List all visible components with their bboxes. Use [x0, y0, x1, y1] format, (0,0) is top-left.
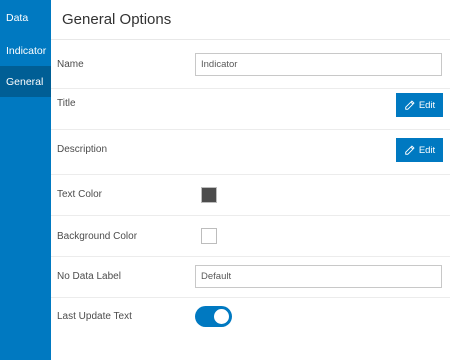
tab-indicator-label: Indicator — [6, 44, 47, 57]
title-label: Title — [57, 98, 76, 109]
name-input[interactable] — [195, 53, 442, 76]
text-color-swatch[interactable] — [201, 187, 217, 203]
last-update-text-row: Last Update Text — [51, 298, 450, 338]
title-edit-button[interactable]: Edit — [396, 93, 443, 117]
toggle-knob — [214, 309, 229, 324]
name-row: Name — [51, 41, 450, 89]
tab-general-label: General — [6, 75, 44, 88]
pencil-icon — [405, 145, 415, 155]
background-color-label: Background Color — [57, 231, 138, 242]
sidebar: Data Indicator General — [0, 0, 51, 360]
background-color-row: Background Color — [51, 216, 450, 257]
tab-data-label: Data — [6, 11, 29, 24]
no-data-label-label: No Data Label — [57, 271, 121, 282]
no-data-label-input[interactable] — [195, 265, 442, 288]
title-row: Title Edit — [51, 89, 450, 130]
last-update-text-toggle[interactable] — [195, 306, 232, 327]
description-row: Description Edit — [51, 130, 450, 175]
tab-general[interactable]: General — [0, 66, 51, 97]
panel-title: General Options — [51, 0, 450, 40]
text-color-label: Text Color — [57, 189, 103, 200]
last-update-text-label: Last Update Text — [57, 311, 132, 322]
pencil-icon — [405, 100, 415, 110]
title-edit-label: Edit — [418, 99, 436, 111]
background-color-swatch[interactable] — [201, 228, 217, 244]
tab-data[interactable]: Data — [0, 0, 51, 35]
description-edit-label: Edit — [418, 144, 436, 156]
general-options-panel: General Options Name Title Edit Descript… — [51, 0, 450, 360]
tab-indicator[interactable]: Indicator — [0, 35, 51, 66]
description-label: Description — [57, 144, 108, 155]
no-data-label-row: No Data Label — [51, 257, 450, 298]
name-label: Name — [57, 59, 84, 70]
description-edit-button[interactable]: Edit — [396, 138, 443, 162]
text-color-row: Text Color — [51, 175, 450, 216]
